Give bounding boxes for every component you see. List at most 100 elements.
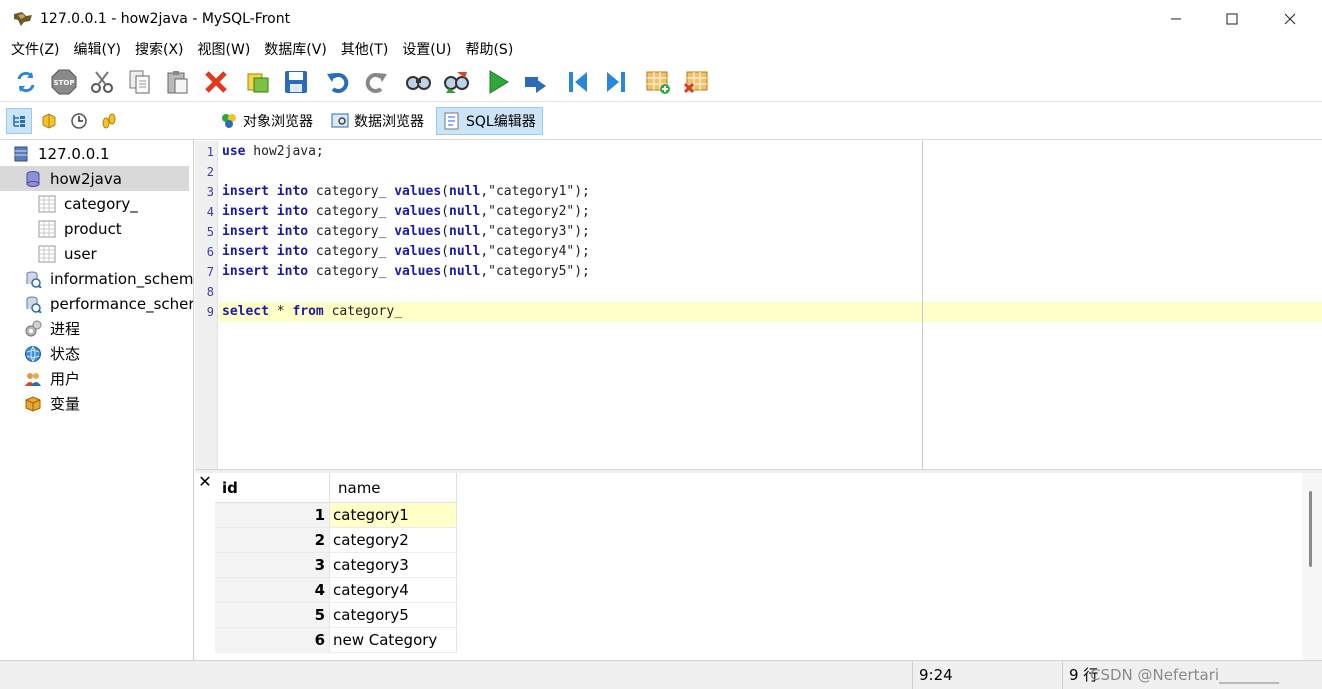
column-header-name[interactable]: name: [330, 473, 457, 503]
cell-id[interactable]: 2: [215, 528, 330, 553]
sql-keyword: use: [222, 144, 246, 159]
find-button[interactable]: [400, 64, 436, 100]
main-toolbar: STOP: [0, 62, 1322, 102]
table-icon: [38, 220, 56, 237]
tree-item-status[interactable]: 状态: [0, 341, 193, 366]
tree-view-toggle[interactable]: [6, 107, 32, 134]
object-browser-icon: [222, 113, 236, 128]
cell-id[interactable]: 3: [215, 553, 330, 578]
menu-item[interactable]: 编辑(Y): [67, 38, 128, 62]
paste-icon: [167, 70, 188, 93]
tree-item-category[interactable]: category_: [0, 191, 193, 216]
cell-id[interactable]: 5: [215, 603, 330, 628]
first-record-button[interactable]: [560, 64, 596, 100]
column-header-id[interactable]: id: [215, 473, 330, 503]
tree-item-users[interactable]: 用户: [0, 366, 193, 391]
tab-label: SQL编辑器: [466, 113, 536, 130]
properties-button[interactable]: [240, 64, 276, 100]
delete-icon: [205, 70, 227, 93]
tab-object-browser[interactable]: 对象浏览器: [214, 107, 319, 135]
copy-icon: [129, 70, 150, 93]
paste-button[interactable]: [160, 64, 196, 100]
replace-button[interactable]: [438, 64, 474, 100]
cell-name[interactable]: new Category: [330, 628, 457, 653]
sql-keyword: from: [292, 304, 324, 319]
result-scrollbar[interactable]: [1302, 473, 1322, 660]
cell-name[interactable]: category4: [330, 578, 457, 603]
tree-item-how2java[interactable]: how2java: [0, 166, 189, 191]
insert-record-button[interactable]: [640, 64, 676, 100]
menu-item[interactable]: 设置(U): [395, 38, 458, 62]
sql-text: ,"category4");: [480, 244, 590, 259]
menu-bar: 文件(Z) 编辑(Y) 搜索(X) 视图(W) 数据库(V) 其他(T) 设置(U) 帮助(S…: [0, 38, 1322, 62]
tree-item-user[interactable]: user: [0, 241, 193, 266]
sql-keyword: values: [394, 204, 442, 219]
delete-record-button[interactable]: [678, 64, 714, 100]
first-record-icon: [569, 71, 587, 92]
tab-data-browser[interactable]: 数据浏览器: [325, 107, 430, 135]
run-button[interactable]: [480, 64, 516, 100]
last-record-button[interactable]: [598, 64, 634, 100]
sql-keyword: insert: [222, 204, 269, 219]
processes-icon: [25, 320, 42, 336]
menu-item[interactable]: 其他(T): [334, 38, 395, 62]
maximize-button[interactable]: [1204, 0, 1260, 38]
tab-label: 数据浏览器: [354, 113, 424, 130]
sql-text: (: [441, 204, 449, 219]
cell-id[interactable]: 6: [215, 628, 330, 653]
cut-button[interactable]: [84, 64, 120, 100]
cell-id[interactable]: 1: [215, 503, 330, 528]
sql-text: category_: [308, 224, 395, 239]
minimize-icon: [1171, 18, 1181, 20]
find-icon: [406, 75, 431, 90]
refresh-icon: [17, 71, 35, 92]
cell-name[interactable]: category1: [330, 503, 457, 528]
watermark-text: CSDN @Nefertari________: [1090, 666, 1280, 684]
result-scrollbar-thumb[interactable]: [1309, 491, 1312, 567]
run-selection-button[interactable]: [518, 64, 554, 100]
sql-keyword: select: [222, 304, 269, 319]
minimize-button[interactable]: [1148, 0, 1204, 38]
tree-item-variables[interactable]: 变量: [0, 391, 193, 416]
stop-button[interactable]: STOP: [46, 64, 82, 100]
system-database-icon: [26, 271, 42, 288]
menu-item[interactable]: 数据库(V): [257, 38, 334, 62]
menu-item[interactable]: 视图(W): [191, 38, 258, 62]
cell-id[interactable]: 4: [215, 578, 330, 603]
line-number: 3: [206, 185, 214, 199]
copy-button[interactable]: [122, 64, 158, 100]
menu-item[interactable]: 帮助(S): [458, 38, 520, 62]
tree-item-product[interactable]: product: [0, 216, 193, 241]
redo-icon: [365, 72, 387, 93]
menu-item[interactable]: 搜索(X): [128, 38, 191, 62]
tree-item-127-0-0-1[interactable]: 127.0.0.1: [0, 141, 193, 166]
save-button[interactable]: [278, 64, 314, 100]
replace-icon: [444, 71, 469, 93]
sql-keyword: into: [276, 264, 309, 279]
tree-item-information-schem[interactable]: information_schem: [0, 266, 193, 291]
tree-item-performance-scher[interactable]: performance_scher: [0, 291, 193, 316]
favorites-toggle[interactable]: [36, 108, 62, 134]
sql-keyword: null: [449, 204, 481, 219]
close-button[interactable]: [1262, 0, 1318, 38]
right-margin-line: [922, 141, 923, 469]
cell-name[interactable]: category2: [330, 528, 457, 553]
delete-button[interactable]: [198, 64, 234, 100]
sql-editor[interactable]: 1 2 3 4 5 6 7 8 9 use how2java; insert into categ…: [195, 141, 1322, 469]
tab-sql-editor[interactable]: SQL编辑器: [436, 106, 543, 135]
sql-keyword: into: [276, 184, 309, 199]
cell-name[interactable]: category5: [330, 603, 457, 628]
sql-text: ,"category1");: [480, 184, 590, 199]
sql-history-toggle[interactable]: [96, 108, 122, 134]
redo-button[interactable]: [358, 64, 394, 100]
result-grid[interactable]: ✕ id name 1 category1 2 category2 3 category3 4 c…: [195, 473, 1322, 660]
close-result-button[interactable]: ✕: [197, 473, 213, 491]
cell-name[interactable]: category3: [330, 553, 457, 578]
refresh-button[interactable]: [8, 64, 44, 100]
tree-item-processes[interactable]: 进程: [0, 316, 193, 341]
menu-item[interactable]: 文件(Z): [4, 38, 67, 62]
history-toggle[interactable]: [66, 108, 92, 134]
sql-keyword: values: [394, 244, 442, 259]
undo-button[interactable]: [320, 64, 356, 100]
